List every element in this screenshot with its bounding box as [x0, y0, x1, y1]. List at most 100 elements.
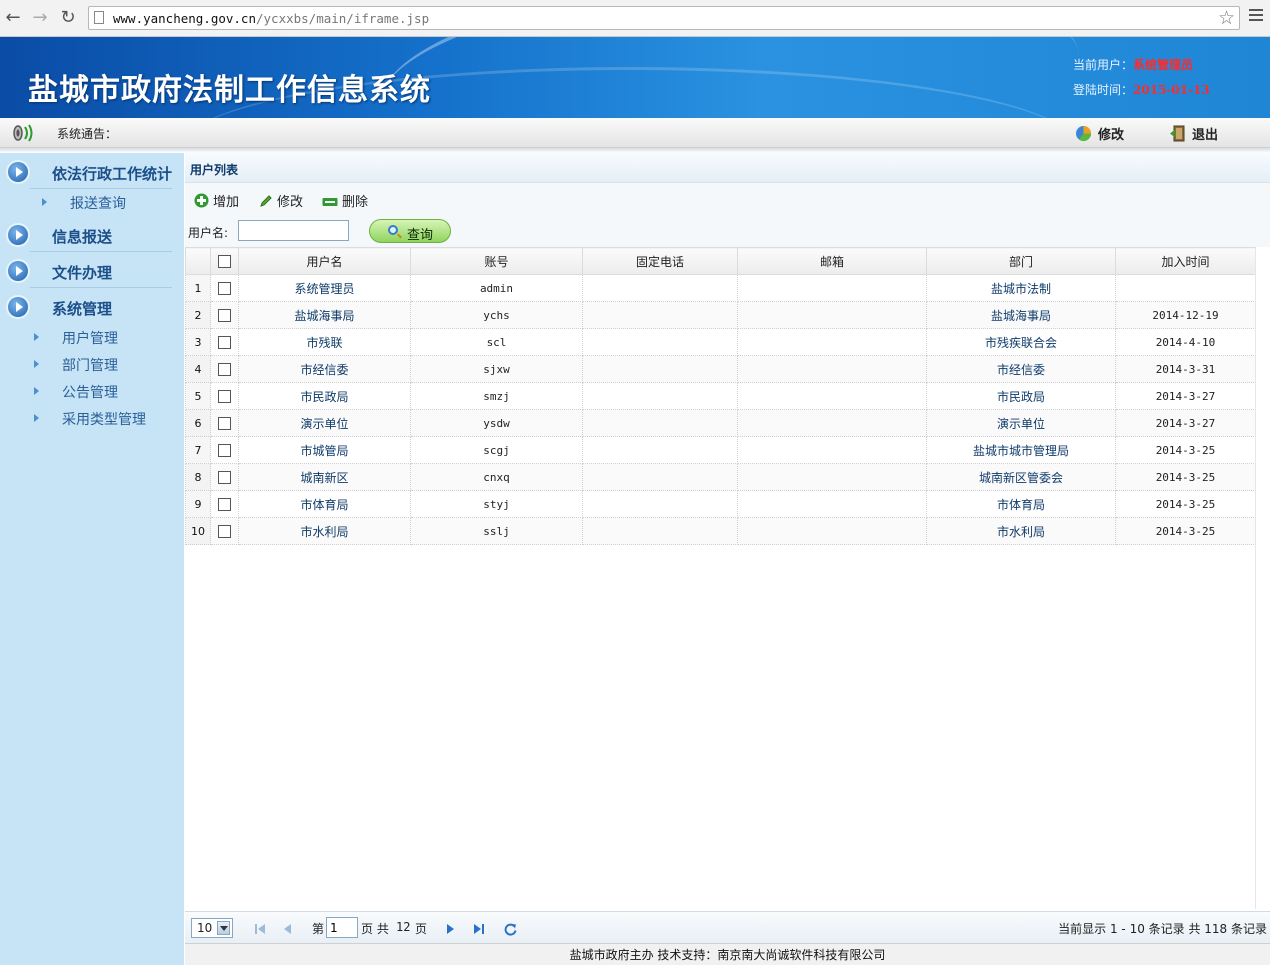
- cell-email: [737, 490, 927, 518]
- row-checkbox[interactable]: [218, 363, 231, 376]
- cell-account: styj: [410, 490, 583, 518]
- address-bar[interactable]: www.yancheng.gov.cn/ycxxbs/main/iframe.j…: [88, 6, 1240, 30]
- add-button[interactable]: 增加: [194, 191, 239, 210]
- column-header[interactable]: 固定电话: [582, 247, 738, 275]
- table-row[interactable]: 6 演示单位 ysdw 演示单位 2014-3-27: [185, 409, 1256, 437]
- column-header[interactable]: 邮箱: [737, 247, 927, 275]
- row-checkbox[interactable]: [218, 309, 231, 322]
- bookmark-star-icon[interactable]: ☆: [1218, 7, 1235, 29]
- row-checkbox[interactable]: [218, 417, 231, 430]
- column-header[interactable]: 加入时间: [1115, 247, 1256, 275]
- cell-dept: 盐城海事局: [926, 301, 1116, 329]
- row-number: 6: [185, 409, 211, 437]
- forward-arrow-icon[interactable]: →: [30, 8, 50, 28]
- table-row[interactable]: 2 盐城海事局 ychs 盐城海事局 2014-12-19: [185, 301, 1256, 329]
- sidebar-section-info-report[interactable]: 信息报送: [0, 218, 184, 252]
- delete-button[interactable]: 删除: [322, 191, 368, 210]
- browser-menu-icon[interactable]: [1249, 9, 1263, 24]
- table-row[interactable]: 8 城南新区 cnxq 城南新区管委会 2014-3-25: [185, 463, 1256, 491]
- logout-button[interactable]: 退出: [1169, 124, 1218, 143]
- previous-page-icon[interactable]: [282, 923, 292, 935]
- notice-bar: 系统通告： 修改 退出: [0, 118, 1270, 148]
- table-row[interactable]: 5 市民政局 smzj 市民政局 2014-3-27: [185, 382, 1256, 410]
- column-header[interactable]: 部门: [926, 247, 1116, 275]
- table-row[interactable]: 10 市水利局 sslj 市水利局 2014-3-25: [185, 517, 1256, 545]
- last-page-icon[interactable]: [473, 923, 485, 935]
- search-row: 用户名: 查询: [185, 215, 1270, 247]
- column-header[interactable]: 用户名: [238, 247, 411, 275]
- sidebar-item-report-query[interactable]: 报送查询: [0, 190, 184, 214]
- row-select-cell[interactable]: [210, 274, 239, 302]
- cell-joined: [1115, 274, 1256, 302]
- row-checkbox[interactable]: [218, 471, 231, 484]
- row-select-cell[interactable]: [210, 436, 239, 464]
- username-search-label: 用户名:: [188, 226, 229, 240]
- row-select-cell[interactable]: [210, 463, 239, 491]
- page-number-input[interactable]: [326, 917, 358, 938]
- row-select-cell[interactable]: [210, 301, 239, 329]
- table-row[interactable]: 1 系统管理员 admin 盐城市法制: [185, 274, 1256, 302]
- row-checkbox[interactable]: [218, 336, 231, 349]
- row-number: 1: [185, 274, 211, 302]
- page-size-select[interactable]: 10: [191, 918, 233, 938]
- refresh-icon[interactable]: [504, 923, 517, 936]
- first-page-icon[interactable]: [254, 923, 266, 935]
- url-text: www.yancheng.gov.cn/ycxxbs/main/iframe.j…: [113, 11, 429, 26]
- table-row[interactable]: 7 市城管局 scgj 盐城市城市管理局 2014-3-25: [185, 436, 1256, 464]
- row-number: 8: [185, 463, 211, 491]
- vertical-scrollbar[interactable]: [1255, 247, 1270, 909]
- cell-phone: [582, 436, 738, 464]
- edit-profile-button[interactable]: 修改: [1075, 124, 1124, 143]
- sidebar-item-users[interactable]: 用户管理: [0, 325, 184, 349]
- row-checkbox[interactable]: [218, 444, 231, 457]
- row-select-cell[interactable]: [210, 409, 239, 437]
- column-header[interactable]: 账号: [410, 247, 583, 275]
- row-select-cell[interactable]: [210, 355, 239, 383]
- row-select-cell[interactable]: [210, 517, 239, 545]
- row-select-cell[interactable]: [210, 490, 239, 518]
- row-checkbox[interactable]: [218, 390, 231, 403]
- edit-button[interactable]: 修改: [259, 191, 303, 210]
- cell-email: [737, 382, 927, 410]
- sidebar-item-adoption-types[interactable]: 采用类型管理: [0, 406, 184, 430]
- cell-name: 系统管理员: [238, 274, 411, 302]
- row-select-cell[interactable]: [210, 382, 239, 410]
- next-page-icon[interactable]: [446, 923, 456, 935]
- row-checkbox[interactable]: [218, 498, 231, 511]
- page-mid-text: 页 共: [361, 922, 389, 936]
- divider: [30, 287, 172, 288]
- sidebar-section-stats[interactable]: 依法行政工作统计: [0, 155, 184, 189]
- cell-phone: [582, 382, 738, 410]
- page-suffix: 页: [415, 922, 428, 936]
- table-row[interactable]: 9 市体育局 styj 市体育局 2014-3-25: [185, 490, 1256, 518]
- cell-name: 市水利局: [238, 517, 411, 545]
- row-select-cell[interactable]: [210, 328, 239, 356]
- sidebar-section-documents[interactable]: 文件办理: [0, 254, 184, 288]
- cell-dept: 市民政局: [926, 382, 1116, 410]
- table-row[interactable]: 4 市经信委 sjxw 市经信委 2014-3-31: [185, 355, 1256, 383]
- table-row[interactable]: 3 市残联 scl 市残疾联合会 2014-4-10: [185, 328, 1256, 356]
- sidebar-item-announcements[interactable]: 公告管理: [0, 379, 184, 403]
- magnifier-icon: [388, 225, 398, 235]
- sidebar-section-system[interactable]: 系统管理: [0, 290, 184, 324]
- cell-joined: 2014-3-25: [1115, 490, 1256, 518]
- back-arrow-icon[interactable]: ←: [3, 8, 23, 28]
- checkbox[interactable]: [218, 255, 231, 268]
- row-number: 2: [185, 301, 211, 329]
- cell-dept: 市水利局: [926, 517, 1116, 545]
- username-search-input[interactable]: [238, 220, 349, 241]
- reload-icon[interactable]: ↻: [58, 8, 78, 28]
- query-button[interactable]: 查询: [369, 219, 451, 243]
- footer: 盐城市政府主办 技术支持：南京南大尚诚软件科技有限公司: [185, 943, 1270, 965]
- sidebar-item-departments[interactable]: 部门管理: [0, 352, 184, 376]
- record-count-info: 当前显示 1 - 10 条记录 共 118 条记录: [1058, 922, 1267, 936]
- arrow-circle-icon: [8, 261, 28, 281]
- delete-label: 删除: [342, 195, 369, 210]
- cell-email: [737, 328, 927, 356]
- cell-joined: 2014-12-19: [1115, 301, 1256, 329]
- row-checkbox[interactable]: [218, 525, 231, 538]
- cell-dept: 演示单位: [926, 409, 1116, 437]
- row-checkbox[interactable]: [218, 282, 231, 295]
- url-host: www.yancheng.gov.cn: [113, 11, 256, 26]
- select-all-checkbox[interactable]: [210, 247, 239, 275]
